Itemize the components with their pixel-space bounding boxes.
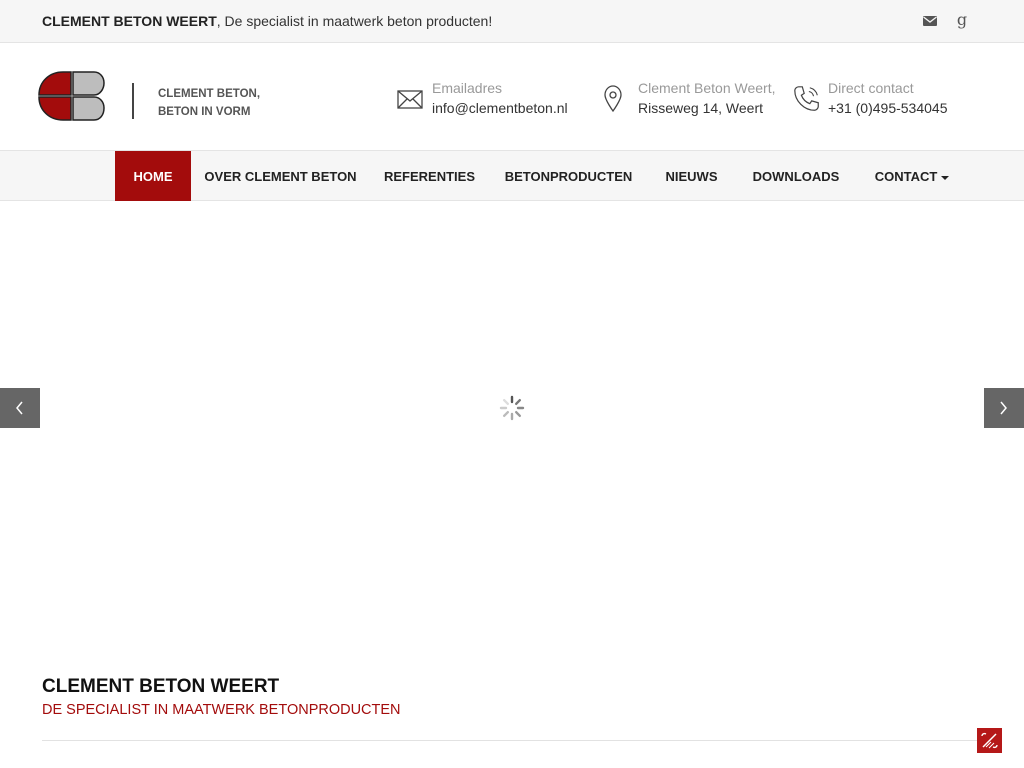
logo-line-1: CLEMENT BETON, <box>158 88 261 100</box>
phone-value[interactable]: +31 (0)495-534045 <box>828 100 948 116</box>
intro-section: CLEMENT BETON WEERT DE SPECIALIST IN MAA… <box>42 676 982 718</box>
address-value: Risseweg 14, Weert <box>638 100 764 116</box>
slider-prev-button[interactable] <box>0 388 40 428</box>
nav-contact-label: CONTACT <box>874 169 938 184</box>
hero-slider <box>0 201 1024 651</box>
nav-nieuws[interactable]: NIEUWS <box>648 151 735 202</box>
nav-over-clement-beton[interactable]: OVER CLEMENT BETON <box>191 151 370 202</box>
top-tagline-text: , De specialist in maatwerk beton produc… <box>216 13 493 29</box>
chevron-left-icon <box>16 401 23 415</box>
email-icon[interactable] <box>922 13 938 29</box>
intro-subtitle: DE SPECIALIST IN MAATWERK BETONPRODUCTEN <box>42 702 401 718</box>
loading-spinner-icon <box>499 395 525 421</box>
google-plus-icon[interactable]: g <box>955 10 969 30</box>
logo-divider <box>132 83 134 119</box>
chevron-right-icon <box>1000 401 1007 415</box>
main-nav: HOME OVER CLEMENT BETON REFERENTIES BETO… <box>0 150 1024 202</box>
logo[interactable] <box>38 71 106 121</box>
nav-home[interactable]: HOME <box>115 151 191 202</box>
nav-betonproducten[interactable]: BETONPRODUCTEN <box>489 151 648 202</box>
nav-downloads[interactable]: DOWNLOADS <box>735 151 857 202</box>
intro-title: CLEMENT BETON WEERT <box>42 676 280 697</box>
email-value[interactable]: info@clementbeton.nl <box>432 100 568 116</box>
envelope-outline-icon <box>397 90 423 109</box>
site-header: CLEMENT BETON, BETON IN VORM Emailadres … <box>0 43 1024 150</box>
nav-referenties[interactable]: REFERENTIES <box>370 151 489 202</box>
logo-line-2: BETON IN VORM <box>158 106 251 118</box>
phone-label: Direct contact <box>828 80 914 96</box>
intro-divider <box>42 740 982 741</box>
nav-contact[interactable]: CONTACT <box>857 151 967 202</box>
cookie-badge-icon[interactable] <box>977 728 1002 753</box>
top-tagline: CLEMENT BETON WEERT, De specialist in ma… <box>42 13 492 29</box>
caret-down-icon <box>941 175 950 180</box>
logo-text: CLEMENT BETON, BETON IN VORM <box>158 85 260 121</box>
address-label: Clement Beton Weert, <box>638 80 776 96</box>
slider-next-button[interactable] <box>984 388 1024 428</box>
phone-icon <box>794 86 819 111</box>
top-brand: CLEMENT BETON WEERT <box>42 13 217 29</box>
map-pin-icon <box>604 85 622 113</box>
top-bar: CLEMENT BETON WEERT, De specialist in ma… <box>0 0 1024 43</box>
email-label: Emailadres <box>432 80 503 96</box>
